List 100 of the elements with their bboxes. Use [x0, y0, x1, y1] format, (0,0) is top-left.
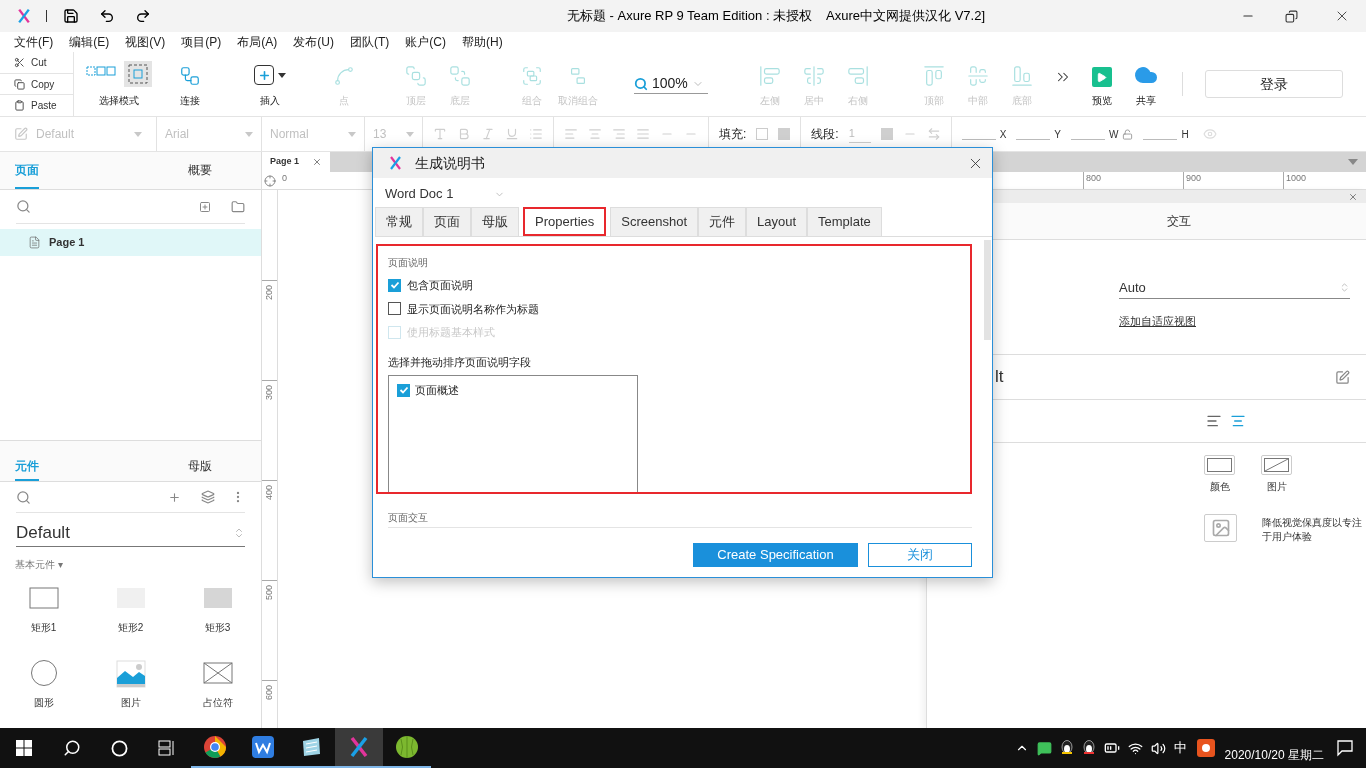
low-fidelity-icon[interactable] — [1204, 514, 1237, 542]
shadow-swatch[interactable] — [778, 128, 791, 140]
menu-item[interactable]: 账户(C) — [405, 33, 446, 51]
clock-date[interactable]: 2020/10/20 星期二 — [1224, 746, 1324, 764]
caret-icon — [278, 72, 286, 78]
add-icon[interactable] — [168, 490, 181, 504]
ruler-label: 500 — [264, 585, 275, 600]
align-right-icon — [846, 65, 869, 87]
dialog-tab[interactable]: 元件 — [698, 207, 746, 236]
dialog-tab[interactable]: Layout — [746, 207, 808, 236]
edit-style-icon[interactable] — [1335, 369, 1350, 385]
tab-list-caret-icon[interactable] — [1348, 159, 1358, 165]
dialog-tab[interactable]: Screenshot — [610, 207, 698, 236]
chat-tray-icon[interactable] — [1036, 740, 1052, 756]
dialog-tab[interactable]: Template — [807, 207, 882, 236]
battery-icon[interactable] — [1103, 740, 1120, 756]
menu-item[interactable]: 帮助(H) — [462, 33, 503, 51]
widget-group-label[interactable]: 基本元件 ▾ — [15, 557, 63, 572]
widget-label: 矩形3 — [204, 621, 231, 635]
clipboard-icon — [14, 100, 25, 112]
adaptive-view-select[interactable]: Auto — [1119, 277, 1350, 299]
penguin-tray-icon[interactable] — [1059, 740, 1074, 756]
folder-icon[interactable] — [231, 199, 245, 214]
panel-tab[interactable]: 母版 — [138, 441, 261, 481]
menu-item[interactable]: 文件(F) — [14, 33, 54, 51]
cortana-icon[interactable] — [111, 739, 128, 757]
zoom-field[interactable]: 100% — [634, 74, 708, 94]
checkbox[interactable] — [388, 302, 401, 316]
notification-icon[interactable] — [1336, 739, 1354, 757]
fill-swatch[interactable] — [756, 128, 769, 140]
color-fill-icon[interactable] — [1204, 455, 1235, 475]
dialog-tab[interactable]: 母版 — [471, 207, 519, 236]
input-method-icon[interactable] — [1196, 739, 1215, 757]
toolbar-button[interactable]: 共享 — [1127, 63, 1164, 108]
page-tab[interactable]: Page 1 — [262, 152, 330, 172]
page-tree-item[interactable]: Page 1 — [0, 229, 261, 256]
menu-item[interactable]: 团队(T) — [350, 33, 390, 51]
caret-icon — [245, 131, 253, 137]
toolbar-button[interactable]: 连接 — [172, 65, 208, 108]
save-icon[interactable] — [63, 8, 79, 24]
menu-item[interactable]: 编辑(E) — [69, 33, 110, 51]
menu-item[interactable]: 视图(V) — [125, 33, 166, 51]
redo-icon[interactable] — [135, 8, 151, 24]
caret-icon — [348, 131, 356, 137]
panel-tab[interactable]: 概要 — [138, 152, 261, 189]
panel-header[interactable]: 交互 — [1167, 212, 1191, 230]
task-view-icon[interactable] — [158, 740, 176, 756]
toolbar-button[interactable]: 预览 — [1083, 67, 1120, 108]
menu-item[interactable]: 发布(U) — [293, 33, 334, 51]
undo-icon[interactable] — [99, 8, 115, 24]
fill-option-label: 颜色 — [1209, 480, 1230, 494]
widget-label: 占位符 — [202, 696, 233, 710]
image-fill-icon[interactable] — [1261, 455, 1292, 475]
align-center-icon — [802, 65, 825, 87]
input-method-indicator[interactable]: 中 — [1173, 738, 1187, 758]
volume-icon[interactable] — [1150, 740, 1166, 756]
library-select[interactable]: Default — [16, 519, 245, 547]
checkbox[interactable] — [388, 278, 401, 292]
align-icon[interactable] — [1230, 413, 1246, 429]
clipboard-button[interactable]: Paste — [0, 95, 73, 116]
library-icon[interactable] — [201, 490, 215, 504]
dialog-tab[interactable]: Properties — [523, 207, 607, 236]
widget-label: 圆形 — [33, 696, 54, 710]
coordinate-label: H — [1181, 127, 1189, 142]
ruler-label: 400 — [264, 485, 275, 500]
penguin-tray-icon[interactable] — [1081, 740, 1096, 756]
clipboard-button[interactable]: Cut — [0, 52, 73, 74]
box-select-icon[interactable] — [124, 61, 152, 87]
dialog-tab[interactable]: 页面 — [423, 207, 471, 236]
add-adaptive-view-link[interactable]: 添加自适应视图 — [1119, 313, 1196, 330]
close-panel-icon[interactable] — [1348, 191, 1358, 202]
dialog-tab[interactable]: 常规 — [375, 207, 423, 236]
insert-button[interactable]: 插入 — [254, 65, 286, 108]
search-icon[interactable] — [63, 739, 81, 757]
wifi-icon[interactable] — [1127, 740, 1143, 756]
lock-icon[interactable] — [1122, 128, 1134, 140]
close-button[interactable]: 关闭 — [868, 543, 972, 567]
crosshair-icon — [264, 174, 276, 187]
align-icon[interactable] — [1206, 413, 1222, 429]
login-button[interactable]: 登录 — [1204, 70, 1343, 98]
dialog-logo-icon — [388, 155, 403, 171]
wps-app-icon — [251, 735, 275, 759]
checkbox[interactable] — [397, 383, 410, 397]
line-color-swatch[interactable] — [880, 128, 893, 140]
ruler-label: 200 — [264, 285, 275, 300]
close-tab-icon[interactable] — [312, 157, 322, 167]
image-widget-icon[interactable] — [114, 659, 147, 689]
add-page-icon[interactable] — [199, 200, 211, 213]
menu-item[interactable]: 布局(A) — [237, 33, 278, 51]
zoom-icon — [634, 76, 648, 91]
field-item-label: 页面概述 — [415, 383, 459, 398]
restore-icon[interactable] — [1285, 9, 1298, 23]
scrollbar[interactable] — [984, 240, 991, 340]
caret-icon — [134, 131, 142, 137]
menu-item[interactable]: 项目(P) — [181, 33, 222, 51]
start-icon[interactable] — [16, 740, 32, 756]
document-select[interactable]: Word Doc 1 — [385, 184, 505, 204]
fidelity-description: 降低视觉保真度以专注于用户体验 — [1262, 516, 1363, 544]
coordinate-label: W — [1109, 127, 1119, 142]
clipboard-button[interactable]: Copy — [0, 73, 73, 96]
